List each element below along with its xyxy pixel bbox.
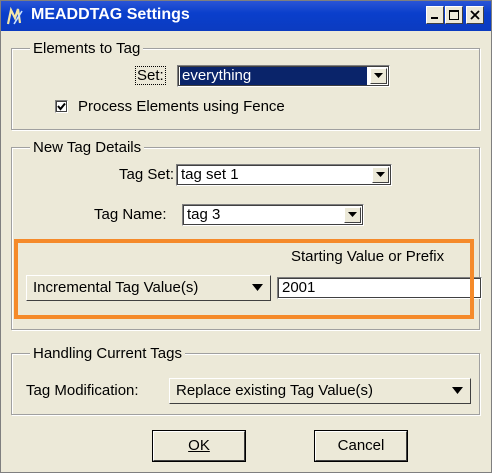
handling-current-tags-legend: Handling Current Tags (30, 346, 185, 362)
elements-to-tag-legend: Elements to Tag (30, 41, 144, 57)
chevron-down-icon (374, 73, 383, 78)
set-label: Set: (135, 66, 166, 85)
chevron-down-icon (452, 387, 463, 394)
dialog-window: MEADDTAG Settings Elements to Tag Set: e… (0, 0, 492, 473)
process-fence-label[interactable]: Process Elements using Fence (78, 98, 285, 116)
tag-name-label: Tag Name: (94, 206, 167, 223)
tag-name-select[interactable]: tag 3 (182, 204, 364, 226)
tag-set-label: Tag Set: (119, 166, 175, 183)
annotation-highlight-box (14, 239, 474, 319)
chevron-down-icon (348, 212, 357, 217)
check-icon (57, 102, 66, 111)
window-title: MEADDTAG Settings (31, 6, 190, 23)
microstation-app-icon (6, 6, 23, 25)
minimize-button[interactable] (426, 6, 444, 24)
cancel-button-label: Cancel (337, 437, 385, 454)
process-fence-checkbox[interactable] (55, 100, 68, 113)
ok-button-label: OK (188, 437, 210, 454)
new-tag-details-legend: New Tag Details (30, 140, 145, 156)
tag-name-dropdown-button[interactable] (344, 207, 361, 223)
set-dropdown-button[interactable] (370, 68, 387, 84)
minimize-icon (431, 17, 438, 19)
cancel-button[interactable]: Cancel (314, 430, 408, 462)
maximize-icon (449, 10, 459, 20)
tag-set-select[interactable]: tag set 1 (176, 164, 392, 186)
tag-modification-value: Replace existing Tag Value(s) (176, 382, 374, 399)
tag-name-value: tag 3 (187, 206, 221, 223)
set-select[interactable]: everything (177, 65, 390, 87)
maximize-button[interactable] (445, 6, 463, 24)
tag-set-value: tag set 1 (181, 166, 239, 183)
title-bar[interactable]: MEADDTAG Settings (1, 1, 491, 31)
tag-set-dropdown-button[interactable] (372, 167, 389, 183)
tag-modification-label: Tag Modification: (26, 382, 139, 399)
elements-to-tag-group (11, 48, 480, 130)
chevron-down-icon (376, 172, 385, 177)
tag-modification-menu-button[interactable]: Replace existing Tag Value(s) (169, 378, 471, 404)
set-select-value: everything (180, 67, 367, 85)
close-icon (470, 10, 480, 20)
ok-button[interactable]: OK (152, 430, 246, 462)
close-button[interactable] (466, 6, 484, 24)
